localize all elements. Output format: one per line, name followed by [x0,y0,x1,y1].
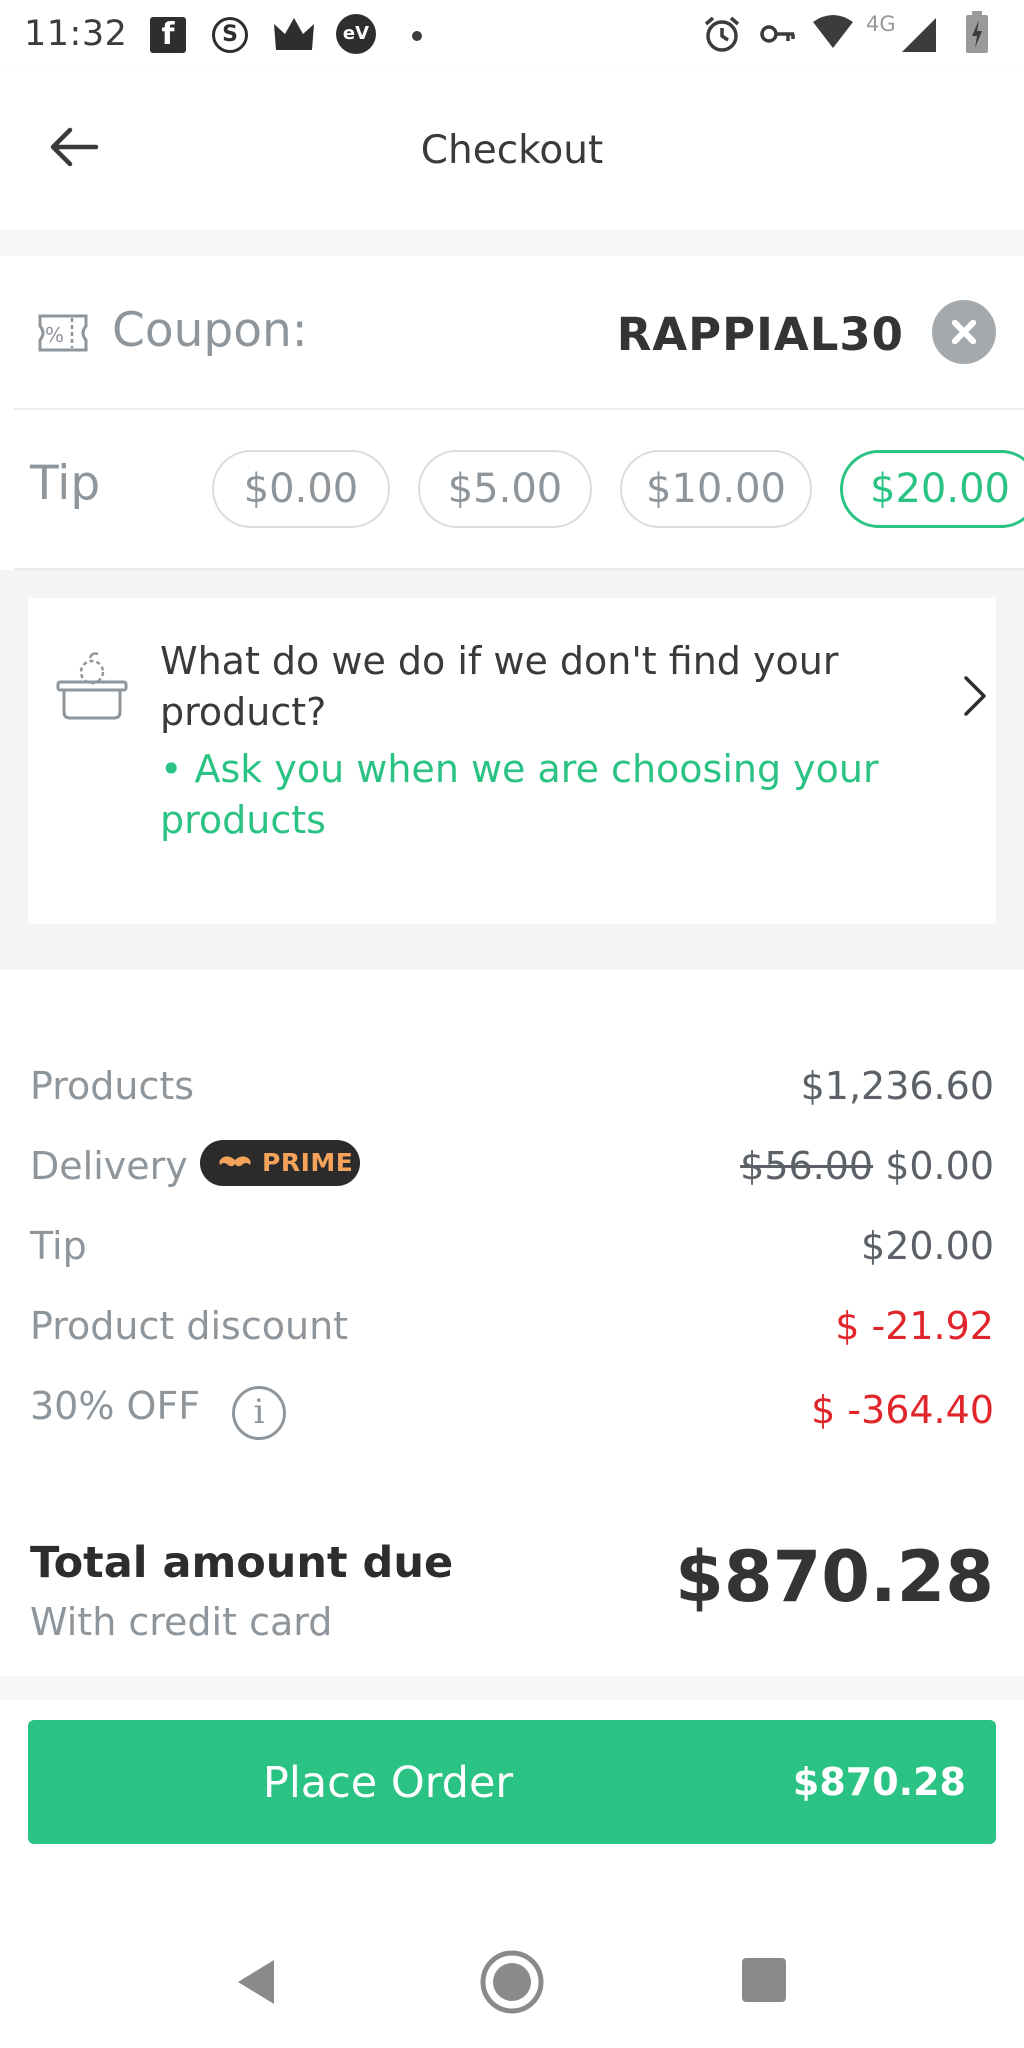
summary-label-products: Products [30,1064,195,1108]
tip-option-10[interactable]: $10.00 [620,450,812,528]
wifi-icon [812,12,854,52]
coupon-row[interactable]: % Coupon: RAPPIAL30 [0,256,1024,408]
crown-app-icon [272,14,316,54]
place-order-button[interactable]: Place Order $870.28 [28,1720,996,1844]
nav-back-icon[interactable] [232,1956,278,2008]
tip-option-5[interactable]: $5.00 [418,450,592,528]
summary-value-delivery: $56.00 $0.00 [740,1144,994,1188]
nav-home-icon[interactable] [480,1950,544,2014]
page-title: Checkout [420,128,604,173]
order-summary: Products $1,236.60 Delivery PRIME $56.00… [0,970,1024,1676]
checkout-screen: 11:32 f S eV 4G Checkout % Coupon: RAPPI… [0,0,1024,2048]
prime-badge-label: PRIME [262,1148,354,1177]
basket-icon [56,652,128,720]
total-amount: $870.28 [675,1536,994,1618]
tip-label: Tip [30,456,101,511]
delivery-price: $0.00 [885,1144,994,1188]
alarm-icon [702,14,742,54]
replacement-question: What do we do if we don't find your prod… [160,639,839,734]
close-circle-icon[interactable] [932,300,996,364]
s-app-icon: S [212,17,248,53]
replacement-preference-card[interactable]: What do we do if we don't find your prod… [28,598,996,924]
svg-text:%: % [45,323,64,347]
coupon-percent-icon: % [38,314,88,352]
battery-charging-icon [964,11,990,53]
coupon-code: RAPPIAL30 [616,308,904,361]
summary-value-tip: $20.00 [861,1224,994,1268]
signal-icon [898,14,938,54]
place-order-label: Place Order [262,1758,514,1808]
total-payment-method: With credit card [30,1600,333,1644]
nav-recents-icon[interactable] [742,1958,786,2002]
summary-value-product-discount: $ -21.92 [835,1304,994,1348]
notification-dot-icon [412,31,422,41]
ev-app-icon: eV [336,14,376,54]
summary-label-coupon-discount: 30% OFF [30,1384,201,1428]
network-type-label: 4G [866,12,896,36]
section-gap [0,230,1024,256]
status-time: 11:32 [24,14,128,54]
delivery-original-price: $56.00 [740,1144,874,1188]
facebook-icon: f [150,17,186,53]
replacement-answer: • Ask you when we are choosing your prod… [160,747,879,842]
tip-row: Tip $0.00 $5.00 $10.00 $20.00 [0,410,1024,568]
chevron-right-icon [964,676,986,716]
summary-label-product-discount: Product discount [30,1304,349,1348]
total-label: Total amount due [30,1538,454,1588]
system-nav-bar [0,1920,1024,2048]
app-header: Checkout [0,70,1024,230]
tip-option-20-selected[interactable]: $20.00 [840,450,1024,528]
coupon-label: Coupon: [112,303,308,358]
mustache-icon [219,1156,251,1167]
place-order-amount: $870.28 [792,1760,966,1804]
vpn-key-icon [760,14,796,54]
summary-value-coupon-discount: $ -364.40 [811,1388,994,1432]
prime-badge: PRIME [200,1140,360,1186]
footer-separator [0,1676,1024,1700]
summary-value-products: $1,236.60 [800,1064,994,1108]
tip-option-0[interactable]: $0.00 [212,450,390,528]
info-icon[interactable]: i [232,1386,286,1440]
summary-label-tip: Tip [30,1224,87,1268]
summary-label-delivery: Delivery [30,1144,188,1188]
status-bar: 11:32 f S eV 4G [0,0,1024,70]
